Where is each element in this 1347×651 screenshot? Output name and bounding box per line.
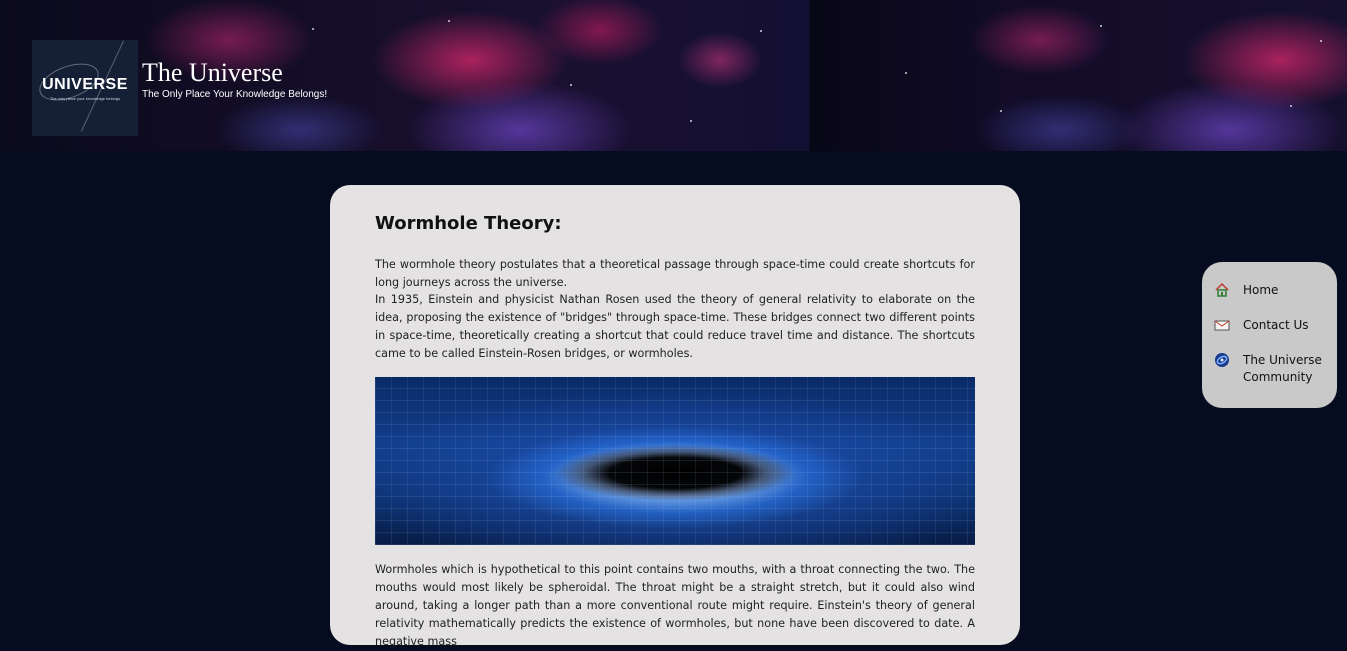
nav-item-label: Home [1243, 283, 1279, 297]
site-tagline: The Only Place Your Knowledge Belongs! [142, 89, 328, 100]
nav-item-contact-us[interactable]: Contact Us [1214, 317, 1333, 334]
article-title: Wormhole Theory: [375, 213, 562, 234]
nav-item-label: Contact Us [1243, 318, 1309, 332]
header-banner: UNIVERSE The only place your knowledge b… [0, 0, 1347, 151]
home-icon [1215, 282, 1229, 297]
site-logo[interactable]: UNIVERSE The only place your knowledge b… [32, 40, 138, 136]
nav-item-community[interactable]: The Universe Community [1214, 352, 1333, 386]
nav-item-label: The Universe Community [1243, 353, 1322, 384]
wormhole-grid-decoration [375, 377, 975, 545]
article-card: Wormhole Theory: The wormhole theory pos… [330, 185, 1020, 648]
article-paragraph: In 1935, Einstein and physicist Nathan R… [375, 293, 975, 360]
nav-item-home[interactable]: Home [1214, 282, 1333, 299]
article-paragraph: Wormholes which is hypothetical to this … [375, 563, 975, 648]
envelope-icon [1214, 320, 1230, 331]
side-navigation: Home Contact Us The Universe Community [1202, 262, 1337, 408]
site-title[interactable]: The Universe [142, 58, 283, 88]
galaxy-icon [1215, 353, 1229, 367]
article-paragraph: The wormhole theory postulates that a th… [375, 258, 975, 289]
wormhole-image [375, 377, 975, 545]
